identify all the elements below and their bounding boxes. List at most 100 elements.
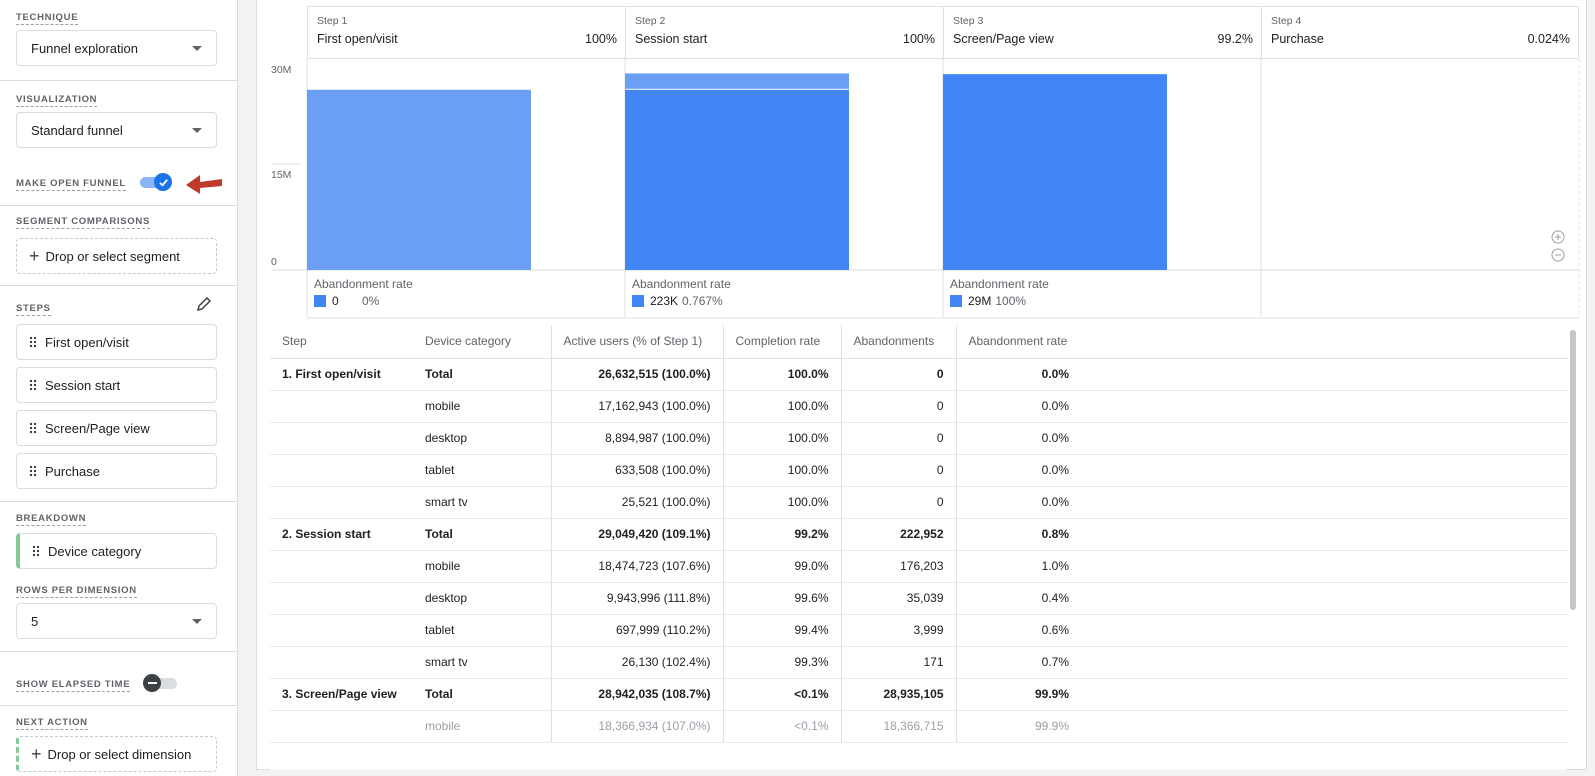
drag-handle-icon[interactable] [32, 545, 40, 557]
dropdown-caret-icon [192, 618, 202, 624]
step-chip-label: Purchase [45, 463, 100, 479]
cell-spacer [1081, 422, 1568, 455]
cell-step [270, 422, 413, 455]
cell-active-users: 28,942,035 (108.7%) [550, 678, 723, 711]
cell-completion: 99.0% [722, 550, 841, 583]
cell-completion: 100.0% [722, 358, 841, 391]
abandonment-count: 0 [332, 294, 339, 308]
next-action-drop-zone[interactable]: + Drop or select dimension [16, 736, 217, 772]
funnel-table: Step Device category Active users (% of … [270, 325, 1568, 743]
abandonment-count: 223K [650, 294, 679, 308]
zoom-in-icon[interactable] [1551, 230, 1565, 244]
cell-abandonment-rate: 99.9% [955, 710, 1081, 743]
cell-device: Total [413, 518, 551, 551]
col-header-abandonment-rate[interactable]: Abandonment rate [955, 325, 1081, 359]
plus-icon: + [31, 744, 42, 764]
legend-swatch [950, 295, 962, 307]
cell-completion: 99.2% [722, 518, 841, 551]
table-row[interactable]: mobile 18,366,934 (107.0%) <0.1% 18,366,715… [270, 710, 1568, 743]
funnel-bar-chart [271, 59, 1580, 319]
table-row[interactable]: smart tv 25,521 (100.0%) 100.0% 0 0.0% [270, 486, 1568, 519]
abandonment-label: Abandonment rate [950, 277, 1049, 291]
cell-abandonments: 222,952 [840, 518, 956, 551]
table-scrollbar[interactable] [1570, 330, 1576, 610]
abandonment-value-1: 0 0% [314, 294, 379, 308]
table-row[interactable]: tablet 697,999 (110.2%) 99.4% 3,999 0.6% [270, 614, 1568, 647]
cell-abandonments: 18,366,715 [840, 710, 956, 743]
elapsed-time-label: SHOW ELAPSED TIME [16, 679, 131, 692]
step-chip-first-open[interactable]: First open/visit [16, 324, 217, 360]
cell-abandonment-rate: 0.0% [955, 358, 1081, 391]
cell-step [270, 614, 413, 647]
abandonment-value-2: 223K 0.767% [632, 294, 723, 308]
cell-device: tablet [413, 614, 551, 647]
table-row[interactable]: tablet 633,508 (100.0%) 100.0% 0 0.0% [270, 454, 1568, 487]
table-fade-overlay [270, 744, 1566, 770]
cell-completion: 100.0% [722, 454, 841, 487]
bar-new-entries [625, 73, 849, 89]
step-chip-session-start[interactable]: Session start [16, 367, 217, 403]
drag-handle-icon[interactable] [29, 465, 37, 477]
next-action-placeholder: Drop or select dimension [47, 746, 192, 762]
table-row[interactable]: 3. Screen/Page view Total 28,942,035 (108.… [270, 678, 1568, 711]
col-header-abandonments[interactable]: Abandonments [840, 325, 956, 359]
cell-step [270, 550, 413, 583]
cell-completion: 100.0% [722, 486, 841, 519]
table-row[interactable]: 1. First open/visit Total 26,632,515 (100.… [270, 358, 1568, 391]
bar-step-2 [625, 89, 849, 270]
cell-active-users: 697,999 (110.2%) [550, 614, 723, 647]
zoom-out-icon[interactable] [1551, 248, 1565, 262]
elapsed-time-toggle[interactable] [143, 674, 179, 692]
drag-handle-icon[interactable] [29, 379, 37, 391]
cell-device: smart tv [413, 646, 551, 679]
cell-active-users: 18,366,934 (107.0%) [550, 710, 723, 743]
table-header-row: Step Device category Active users (% of … [270, 325, 1568, 359]
cell-abandonments: 0 [840, 358, 956, 391]
cell-abandonment-rate: 1.0% [955, 550, 1081, 583]
cell-device: tablet [413, 454, 551, 487]
drag-handle-icon[interactable] [29, 422, 37, 434]
col-header-active-users[interactable]: Active users (% of Step 1) [550, 325, 723, 359]
cell-step: 3. Screen/Page view [270, 678, 413, 711]
cell-completion: 100.0% [722, 422, 841, 455]
cell-spacer [1081, 646, 1568, 679]
table-row[interactable]: mobile 17,162,943 (100.0%) 100.0% 0 0.0% [270, 390, 1568, 423]
table-row[interactable]: desktop 9,943,996 (111.8%) 99.6% 35,039 0.4% [270, 582, 1568, 615]
table-row[interactable]: smart tv 26,130 (102.4%) 99.3% 171 0.7% [270, 646, 1568, 679]
col-header-device[interactable]: Device category [413, 325, 551, 359]
breakdown-section: BREAKDOWN Device category ROWS PER DIMEN… [0, 502, 238, 652]
cell-active-users: 25,521 (100.0%) [550, 486, 723, 519]
step-chip-purchase[interactable]: Purchase [16, 453, 217, 489]
col-header-step[interactable]: Step [270, 325, 413, 359]
table-row[interactable]: desktop 8,894,987 (100.0%) 100.0% 0 0.0% [270, 422, 1568, 455]
cell-device: mobile [413, 710, 551, 743]
cell-abandonments: 3,999 [840, 614, 956, 647]
cell-abandonment-rate: 0.0% [955, 390, 1081, 423]
elapsed-time-section: SHOW ELAPSED TIME [0, 652, 238, 706]
cell-step [270, 582, 413, 615]
step-chip-screen-view[interactable]: Screen/Page view [16, 410, 217, 446]
cell-abandonments: 0 [840, 486, 956, 519]
cell-spacer [1081, 518, 1568, 551]
col-header-spacer [1081, 325, 1568, 359]
rows-per-dimension-dropdown[interactable]: 5 [16, 603, 217, 639]
table-row[interactable]: 2. Session start Total 29,049,420 (109.1%)… [270, 518, 1568, 551]
breakdown-chip[interactable]: Device category [16, 533, 217, 569]
step-chip-label: First open/visit [45, 334, 129, 350]
cell-spacer [1081, 454, 1568, 487]
cell-active-users: 17,162,943 (100.0%) [550, 390, 723, 423]
cell-step: 2. Session start [270, 518, 413, 551]
cell-spacer [1081, 614, 1568, 647]
next-action-label: NEXT ACTION [16, 717, 88, 730]
cell-device: smart tv [413, 486, 551, 519]
cell-step [270, 390, 413, 423]
cell-active-users: 9,943,996 (111.8%) [550, 582, 723, 615]
cell-step [270, 454, 413, 487]
col-header-completion[interactable]: Completion rate [722, 325, 841, 359]
abandonment-label: Abandonment rate [632, 277, 731, 291]
table-row[interactable]: mobile 18,474,723 (107.6%) 99.0% 176,203 1.0… [270, 550, 1568, 583]
cell-abandonments: 0 [840, 454, 956, 487]
rows-per-dimension-value: 5 [31, 613, 39, 629]
cell-active-users: 29,049,420 (109.1%) [550, 518, 723, 551]
drag-handle-icon[interactable] [29, 336, 37, 348]
